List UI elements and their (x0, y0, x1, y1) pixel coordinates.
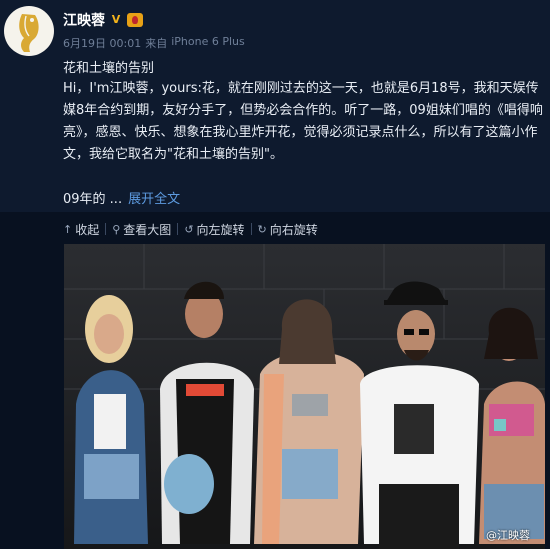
avatar[interactable] (4, 6, 54, 56)
avatar-logo-icon (19, 14, 39, 52)
view-large-button[interactable]: ⚲ 查看大图 (106, 221, 177, 238)
rotate-right-icon: ↻ (257, 222, 267, 236)
rotate-right-button[interactable]: ↻ 向右旋转 (252, 221, 324, 238)
source-prefix: 来自 (145, 37, 168, 50)
read-more: 09年的 ... 展开全文 (63, 188, 180, 207)
verified-v-icon: V (111, 13, 121, 26)
photo-watermark: @江映蓉 (486, 529, 530, 542)
post-source[interactable]: iPhone 6 Plus (171, 35, 245, 51)
post-body: Hi，I'm江映蓉，yours:花，就在刚刚过去的这一天，也就是6月18号，我和… (63, 81, 543, 162)
member-badge-icon[interactable] (127, 13, 143, 27)
view-large-label: 查看大图 (123, 222, 172, 237)
group-photo-image (64, 244, 545, 549)
rotate-left-icon: ↺ (184, 222, 194, 236)
post-time[interactable]: 6月19日 00:01 (63, 35, 141, 51)
username-text[interactable]: 江映蓉 (63, 10, 105, 30)
zoom-icon: ⚲ (112, 222, 121, 236)
post-photo[interactable] (64, 244, 545, 549)
rotate-right-label: 向右旋转 (269, 222, 318, 237)
rotate-left-button[interactable]: ↺ 向左旋转 (178, 221, 250, 238)
excerpt-end: 09年的 ... (63, 192, 123, 207)
expand-label[interactable]: 展开全文 (128, 192, 180, 207)
collapse-label: 收起 (75, 222, 100, 237)
arrow-up-icon: ↑ (63, 222, 73, 236)
post-meta: 6月19日 00:01 来自 iPhone 6 Plus (63, 35, 245, 51)
collapse-button[interactable]: ↑ 收起 (63, 221, 105, 238)
media-toolbar: ↑ 收起 ⚲ 查看大图 ↺ 向左旋转 ↻ 向右旋转 (63, 220, 324, 238)
username[interactable]: 江映蓉 V (63, 10, 143, 30)
post-title: 花和土壤的告别 (63, 61, 155, 76)
expand-full-text-link[interactable]: 展开全文 (128, 188, 180, 207)
rotate-left-label: 向左旋转 (196, 222, 245, 237)
